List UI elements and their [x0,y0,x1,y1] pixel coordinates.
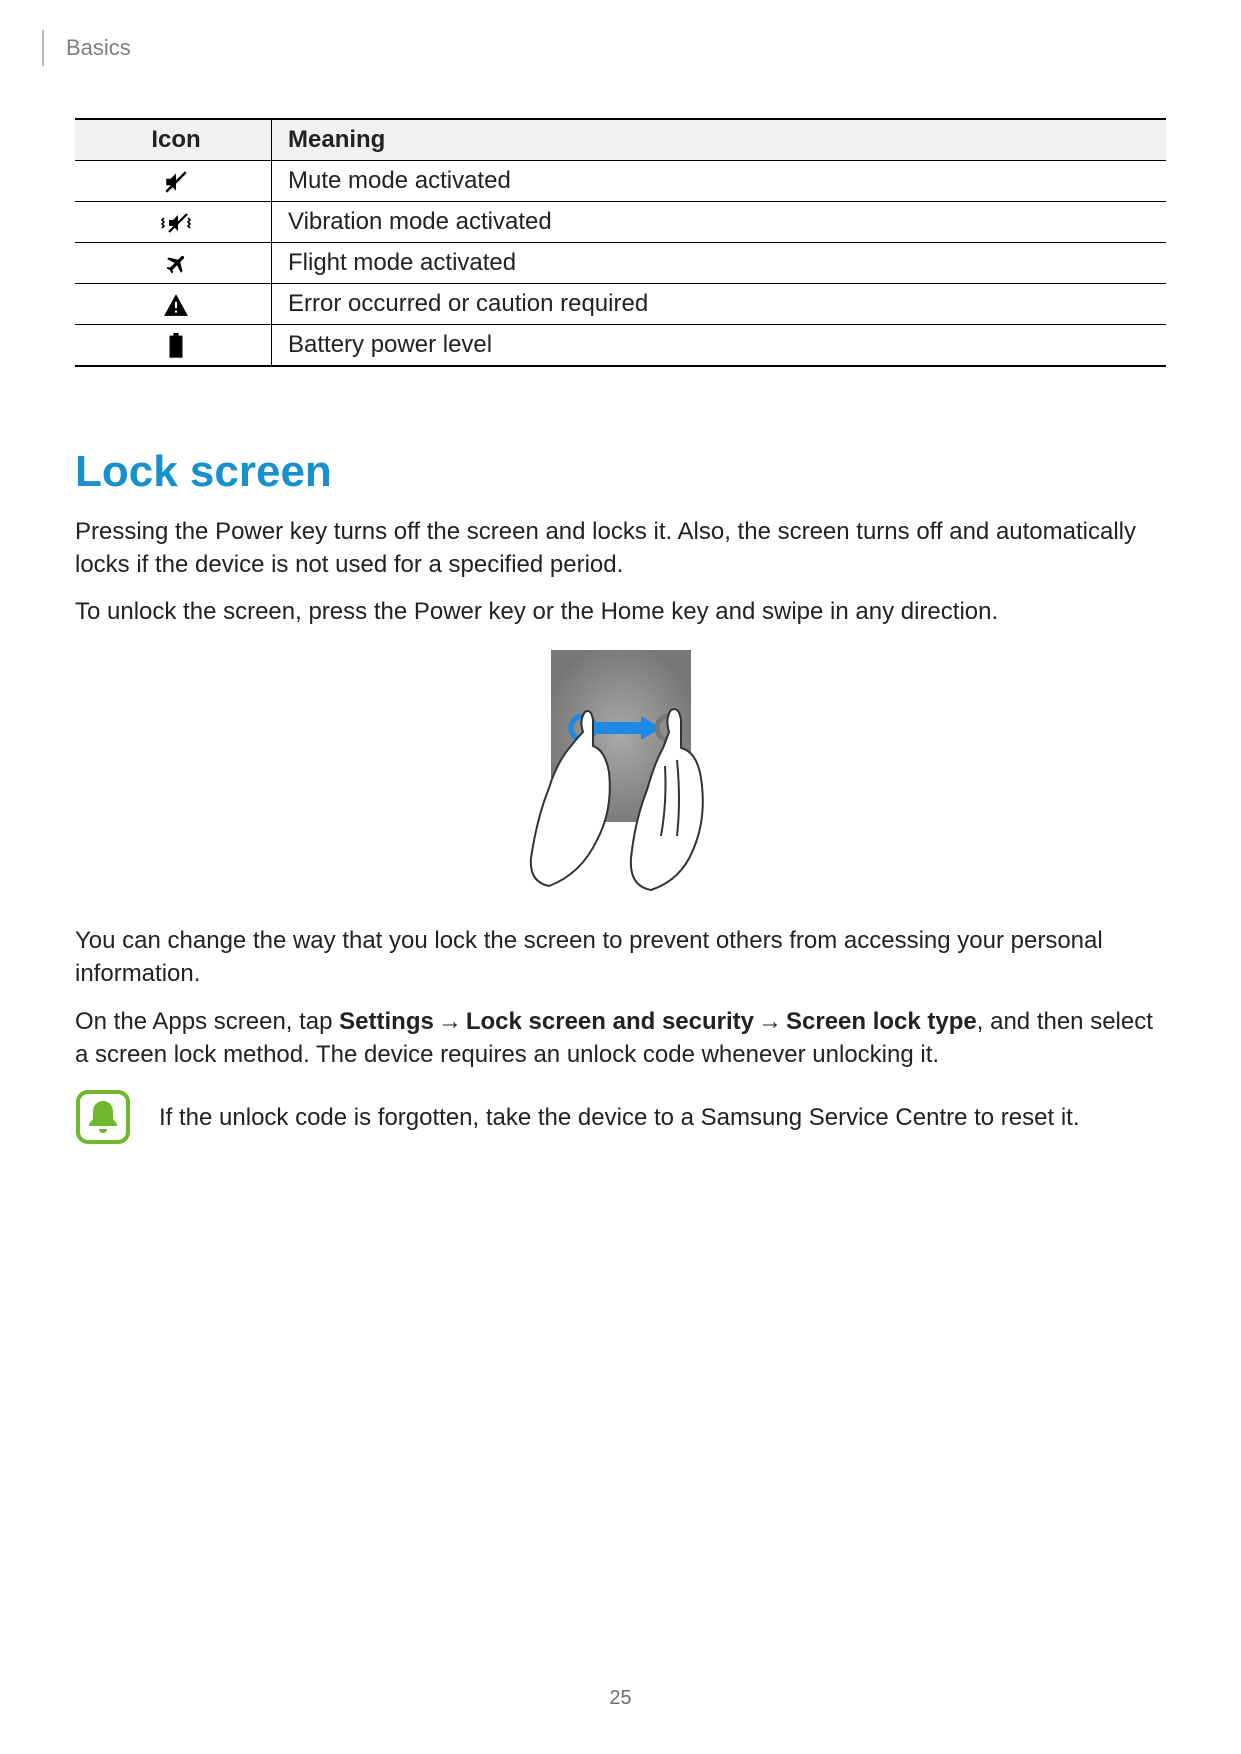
battery-icon [75,325,272,367]
note-bell-icon [75,1089,131,1150]
breadcrumb-label: Basics [66,35,131,61]
body-paragraph: You can change the way that you lock the… [75,924,1166,990]
table-cell-meaning: Error occurred or caution required [272,284,1167,325]
arrow-icon: → [434,1008,466,1035]
table-header-icon: Icon [75,119,272,161]
table-cell-meaning: Mute mode activated [272,161,1167,202]
instruction-step: Lock screen and security [466,1008,754,1035]
warning-icon [75,284,272,325]
swipe-illustration [75,650,1166,898]
breadcrumb-divider [42,30,44,66]
table-cell-meaning: Battery power level [272,325,1167,367]
mute-icon [75,161,272,202]
instruction-step: Screen lock type [786,1008,977,1035]
table-row: Flight mode activated [75,243,1166,284]
body-paragraph: Pressing the Power key turns off the scr… [75,515,1166,581]
airplane-icon [75,243,272,284]
table-row: Battery power level [75,325,1166,367]
table-cell-meaning: Vibration mode activated [272,202,1167,243]
note-text: If the unlock code is forgotten, take th… [159,1089,1080,1134]
note-callout: If the unlock code is forgotten, take th… [75,1089,1166,1150]
breadcrumb: Basics [42,30,131,66]
table-row: Error occurred or caution required [75,284,1166,325]
section-heading: Lock screen [75,447,1166,497]
arrow-icon: → [754,1008,786,1035]
table-row: Mute mode activated [75,161,1166,202]
table-header-meaning: Meaning [272,119,1167,161]
icon-meaning-table: Icon Meaning Mute mode activated [75,118,1166,367]
instruction-paragraph: On the Apps screen, tap Settings→Lock sc… [75,1005,1166,1071]
instruction-step: Settings [339,1008,434,1035]
page-number: 25 [0,1687,1241,1710]
vibrate-icon [75,202,272,243]
instruction-lead: On the Apps screen, tap [75,1008,339,1035]
table-row: Vibration mode activated [75,202,1166,243]
table-cell-meaning: Flight mode activated [272,243,1167,284]
manual-page: Basics Icon Meaning Mute mode activated [0,0,1241,1754]
body-paragraph: To unlock the screen, press the Power ke… [75,595,1166,628]
